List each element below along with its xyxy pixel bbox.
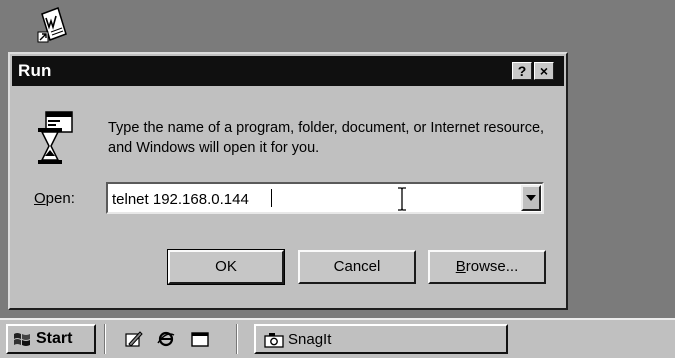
dialog-title: Run — [18, 61, 52, 80]
instruction-text: Type the name of a program, folder, docu… — [108, 120, 545, 156]
close-button[interactable]: × — [534, 62, 554, 80]
open-combobox[interactable] — [106, 182, 544, 214]
cancel-button[interactable]: Cancel — [298, 250, 416, 284]
taskbar-item-snagit[interactable]: SnagIt — [254, 324, 508, 354]
ibeam-cursor-icon — [398, 187, 406, 211]
help-button[interactable]: ? — [512, 62, 532, 80]
taskbar-item-label: SnagIt — [288, 331, 332, 348]
title-bar[interactable]: Run ? × — [12, 56, 564, 86]
browse-button[interactable]: Browse... — [428, 250, 546, 284]
text-caret — [271, 189, 272, 207]
run-hourglass-icon — [38, 111, 73, 164]
dropdown-arrow-button[interactable] — [521, 185, 541, 211]
word-document-icon[interactable] — [36, 6, 72, 46]
show-desktop-icon[interactable] — [190, 329, 210, 349]
chevron-down-icon — [526, 195, 536, 201]
windows-logo-icon — [14, 333, 30, 346]
taskbar-separator — [236, 324, 238, 354]
start-button[interactable]: Start — [6, 324, 96, 354]
open-label: Open: — [34, 190, 75, 207]
taskbar-separator — [104, 324, 106, 354]
start-label: Start — [36, 330, 73, 347]
internet-explorer-icon[interactable] — [156, 329, 176, 349]
snagit-camera-icon — [264, 333, 284, 348]
ok-button[interactable]: OK — [167, 249, 285, 285]
open-input[interactable] — [112, 188, 504, 210]
desktop-edit-icon[interactable] — [124, 329, 144, 349]
taskbar: Start SnagIt — [0, 318, 675, 358]
run-dialog: Run ? × Type the name of a program, fold… — [8, 52, 568, 310]
